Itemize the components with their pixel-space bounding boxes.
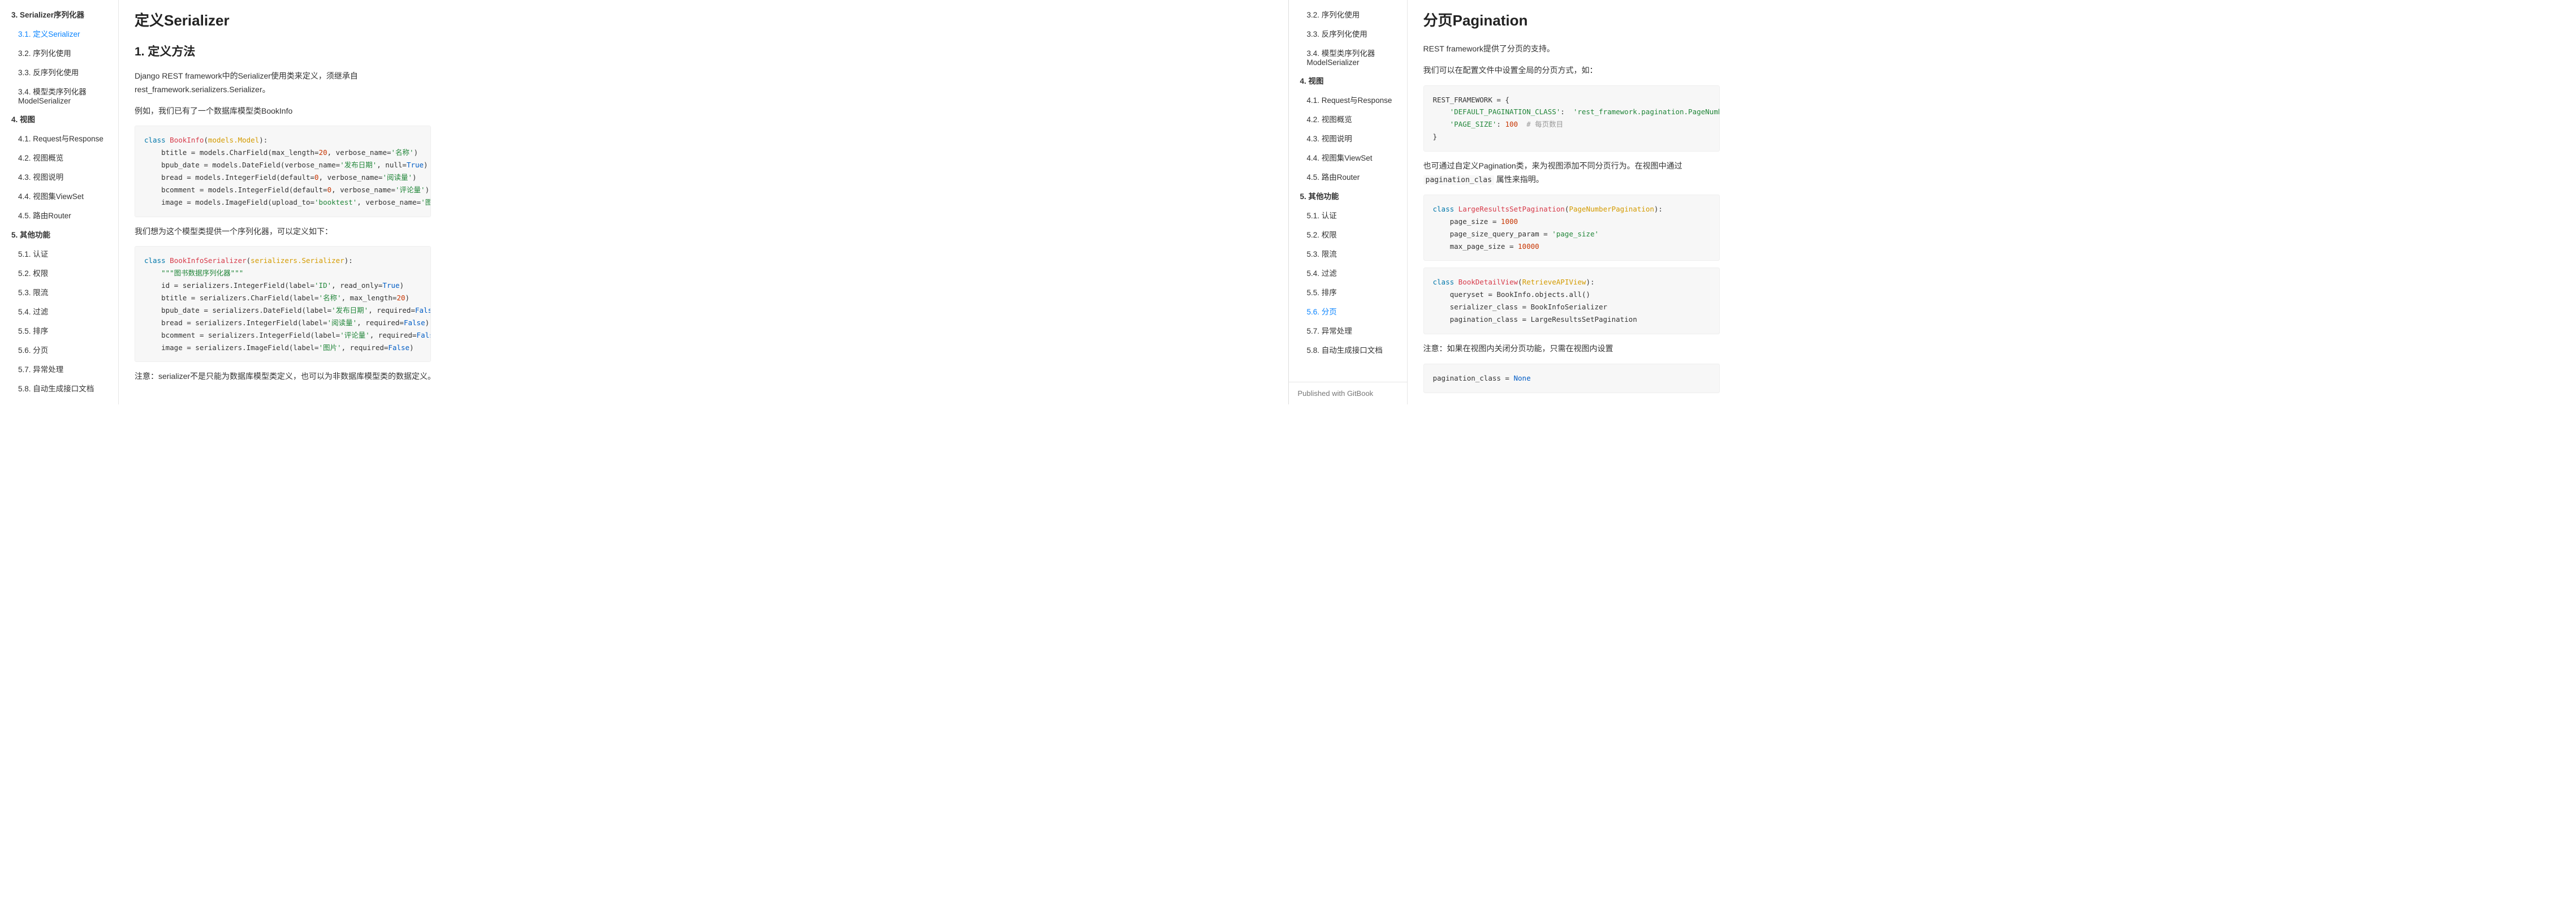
nav-item[interactable]: 3.1. 定义Serializer [0, 24, 118, 43]
nav-item[interactable]: 4. 视图 [0, 109, 118, 128]
nav-item[interactable]: 3. Serializer序列化器 [0, 5, 118, 24]
section-heading: 1. 定义方法 [135, 42, 431, 59]
paragraph: 注意：serializer不是只能为数据库模型类定义，也可以为非数据库模型类的数… [135, 370, 431, 383]
nav-item[interactable]: 5.7. 异常处理 [0, 359, 118, 378]
paragraph: Django REST framework中的Serializer使用类来定义，… [135, 70, 431, 97]
code-block-bookinfo: class BookInfo(models.Model): btitle = m… [135, 126, 431, 217]
nav-item[interactable]: 3.3. 反序列化使用 [0, 62, 118, 81]
nav-item[interactable]: 5.1. 认证 [0, 244, 118, 263]
nav-item[interactable]: 4. 视图 [1289, 71, 1408, 90]
left-content: 定义Serializer 1. 定义方法 Django REST framewo… [119, 0, 447, 404]
nav-item[interactable]: 5. 其他功能 [0, 225, 118, 244]
paragraph: 例如，我们已有了一个数据库模型类BookInfo [135, 105, 431, 118]
nav-item[interactable]: 4.2. 视图概览 [1289, 109, 1408, 128]
nav-item[interactable]: 5.1. 认证 [1289, 205, 1408, 225]
nav-item[interactable]: 5.2. 权限 [1289, 225, 1408, 244]
code-block-largepagination: class LargeResultsSetPagination(PageNumb… [1423, 195, 1720, 261]
nav-item[interactable]: 4.3. 视图说明 [1289, 128, 1408, 148]
paragraph: 我们可以在配置文件中设置全局的分页方式，如： [1423, 64, 1720, 77]
nav-item[interactable]: 5.8. 自动生成接口文档 [0, 378, 118, 398]
inline-code: pagination_clas [1423, 175, 1494, 185]
nav-item[interactable]: 5.6. 分页 [0, 340, 118, 359]
nav-item[interactable]: 4.4. 视图集ViewSet [0, 186, 118, 205]
nav-item[interactable]: 3.4. 模型类序列化器ModelSerializer [0, 81, 118, 109]
page-title: 分页Pagination [1423, 9, 1720, 30]
nav-item[interactable]: 5.5. 排序 [0, 321, 118, 340]
paragraph: 注意：如果在视图内关闭分页功能，只需在视图内设置 [1423, 342, 1720, 356]
right-content: 分页Pagination REST framework提供了分页的支持。 我们可… [1408, 0, 1736, 404]
left-sidebar: 3. Serializer序列化器3.1. 定义Serializer3.2. 序… [0, 0, 119, 404]
code-block-serializer: class BookInfoSerializer(serializers.Ser… [135, 246, 431, 362]
code-block-paginationnone: pagination_class = None [1423, 364, 1720, 393]
nav-item[interactable]: 5.3. 限流 [1289, 244, 1408, 263]
nav-item[interactable]: 3.4. 模型类序列化器ModelSerializer [1289, 43, 1408, 71]
right-sidebar: 3.2. 序列化使用3.3. 反序列化使用3.4. 模型类序列化器ModelSe… [1289, 0, 1408, 382]
paragraph: REST framework提供了分页的支持。 [1423, 42, 1720, 56]
nav-item[interactable]: 5. 其他功能 [1289, 186, 1408, 205]
nav-item[interactable]: 5.2. 权限 [0, 263, 118, 282]
nav-item[interactable]: 5.8. 自动生成接口文档 [1289, 340, 1408, 359]
nav-item[interactable]: 5.4. 过滤 [1289, 263, 1408, 282]
page-title: 定义Serializer [135, 9, 431, 30]
nav-item[interactable]: 5.6. 分页 [1289, 301, 1408, 321]
nav-item[interactable]: 4.5. 路由Router [1289, 167, 1408, 186]
code-block-bookdetailview: class BookDetailView(RetrieveAPIView): q… [1423, 268, 1720, 334]
nav-item[interactable]: 4.5. 路由Router [0, 205, 118, 225]
nav-item[interactable]: 5.3. 限流 [0, 282, 118, 301]
nav-item[interactable]: 5.5. 排序 [1289, 282, 1408, 301]
paragraph: 我们想为这个模型类提供一个序列化器，可以定义如下： [135, 225, 431, 239]
nav-item[interactable]: 3.3. 反序列化使用 [1289, 24, 1408, 43]
nav-item[interactable]: 4.3. 视图说明 [0, 167, 118, 186]
nav-item[interactable]: 3.2. 序列化使用 [0, 43, 118, 62]
code-block-restframework: REST_FRAMEWORK = { 'DEFAULT_PAGINATION_C… [1423, 85, 1720, 152]
nav-item[interactable]: 5.7. 异常处理 [1289, 321, 1408, 340]
paragraph: 也可通过自定义Pagination类，来为视图添加不同分页行为。在视图中通过 p… [1423, 159, 1720, 187]
nav-item[interactable]: 4.1. Request与Response [1289, 90, 1408, 109]
nav-item[interactable]: 4.1. Request与Response [0, 128, 118, 148]
nav-item[interactable]: 3.2. 序列化使用 [1289, 5, 1408, 24]
nav-item[interactable]: 4.2. 视图概览 [0, 148, 118, 167]
gitbook-footer[interactable]: Published with GitBook [1289, 382, 1407, 404]
nav-item[interactable]: 4.4. 视图集ViewSet [1289, 148, 1408, 167]
nav-item[interactable]: 5.4. 过滤 [0, 301, 118, 321]
